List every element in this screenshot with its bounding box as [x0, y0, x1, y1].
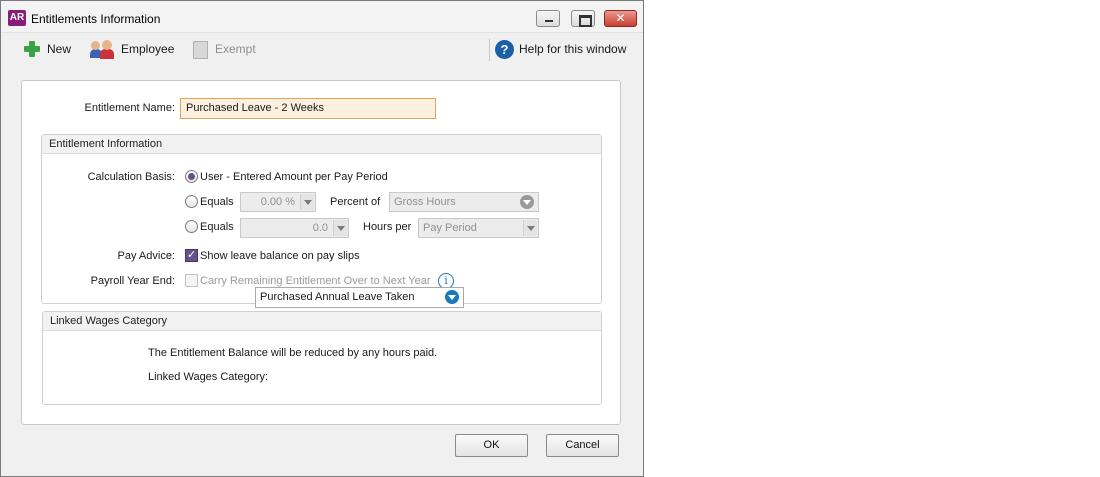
window-title: Entitlements Information — [31, 12, 161, 26]
ok-button[interactable]: OK — [455, 434, 528, 457]
employee-icon — [90, 39, 116, 59]
radio-equals-hours-label: Equals — [200, 221, 234, 233]
show-leave-balance-checkbox[interactable] — [185, 248, 198, 262]
percent-input[interactable]: 0.00 % — [240, 192, 316, 212]
pay-advice-label: Pay Advice: — [117, 250, 175, 262]
dropdown-icon — [520, 195, 534, 209]
percent-of-label: Percent of — [330, 196, 381, 208]
carry-over-label: Carry Remaining Entitlement Over to Next… — [200, 275, 431, 287]
percent-of-select[interactable]: Gross Hours — [389, 192, 539, 212]
entitlement-info-header: Entitlement Information — [42, 135, 601, 154]
help-icon: ? — [495, 39, 514, 59]
exempt-label: Exempt — [215, 42, 256, 56]
maximize-icon — [572, 11, 594, 27]
dropdown-icon — [445, 290, 459, 304]
minimize-button[interactable] — [536, 10, 560, 27]
linked-wages-category-select[interactable]: Purchased Annual Leave Taken — [255, 287, 464, 308]
calc-basis-label: Calculation Basis: — [87, 171, 175, 183]
plus-icon — [22, 39, 42, 59]
hours-per-select[interactable]: Pay Period — [418, 218, 539, 238]
content-panel: Entitlement Name: Purchased Leave - 2 We… — [21, 80, 621, 425]
linked-wages-category-value: Purchased Annual Leave Taken — [260, 291, 415, 303]
maximize-button[interactable] — [571, 10, 595, 27]
minimize-icon — [537, 11, 559, 26]
chevron-down-icon — [523, 220, 537, 236]
hours-per-value: Pay Period — [423, 222, 477, 234]
new-button[interactable]: New — [22, 38, 71, 60]
chevron-down-icon — [333, 220, 347, 236]
chevron-down-icon — [300, 194, 314, 210]
employee-label: Employee — [121, 42, 175, 56]
radio-user-entered[interactable] — [185, 170, 198, 183]
close-button[interactable]: ✕ — [604, 10, 637, 27]
cancel-button[interactable]: Cancel — [546, 434, 619, 457]
entitlements-window: AR Entitlements Information ✕ New Employ… — [0, 0, 644, 477]
entitlement-name-input[interactable]: Purchased Leave - 2 Weeks — [180, 98, 436, 119]
payroll-year-end-label: Payroll Year End: — [90, 275, 175, 287]
title-bar: AR Entitlements Information ✕ — [1, 1, 643, 33]
help-button[interactable]: ? Help for this window — [495, 38, 626, 60]
radio-equals-percent[interactable] — [185, 195, 198, 208]
exempt-icon — [190, 39, 210, 59]
hours-value: 0.0 — [312, 222, 328, 234]
radio-equals-hours[interactable] — [185, 220, 198, 233]
exempt-button[interactable]: Exempt — [190, 38, 256, 60]
linked-wages-note: The Entitlement Balance will be reduced … — [148, 347, 438, 359]
close-icon: ✕ — [615, 11, 626, 25]
app-logo-icon: AR — [8, 10, 26, 26]
help-label: Help for this window — [519, 42, 627, 56]
toolbar: New Employee Exempt ? Help for this wind… — [1, 34, 643, 64]
carry-over-checkbox[interactable] — [185, 274, 198, 287]
employee-button[interactable]: Employee — [90, 38, 174, 60]
toolbar-separator — [489, 39, 490, 61]
hours-input[interactable]: 0.0 — [240, 218, 349, 238]
entitlement-name-label: Entitlement Name: — [84, 102, 175, 114]
radio-user-entered-label: User - Entered Amount per Pay Period — [200, 171, 388, 183]
new-label: New — [47, 42, 72, 56]
show-leave-balance-label: Show leave balance on pay slips — [200, 250, 360, 262]
linked-wages-category-label: Linked Wages Category: — [148, 371, 269, 383]
percent-of-value: Gross Hours — [394, 196, 456, 208]
radio-equals-percent-label: Equals — [200, 196, 234, 208]
percent-value: 0.00 % — [260, 196, 295, 208]
linked-wages-header: Linked Wages Category — [43, 312, 601, 331]
hours-per-label: Hours per — [363, 221, 412, 233]
